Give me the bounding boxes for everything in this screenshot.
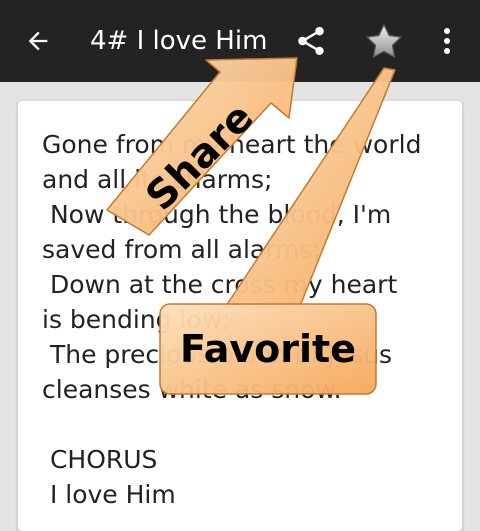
page-title: 4# I love Him <box>90 26 268 56</box>
favorite-annotation-label: Favorite <box>180 327 356 371</box>
favorite-button[interactable] <box>361 20 407 64</box>
app-toolbar: 4# I love Him <box>0 0 480 82</box>
more-vert-icon <box>444 28 450 54</box>
overflow-menu-button[interactable] <box>434 24 460 58</box>
share-icon <box>298 26 324 56</box>
star-icon <box>365 23 403 59</box>
share-button[interactable] <box>290 21 332 61</box>
back-button[interactable] <box>20 23 56 59</box>
arrow-left-icon <box>28 31 48 51</box>
